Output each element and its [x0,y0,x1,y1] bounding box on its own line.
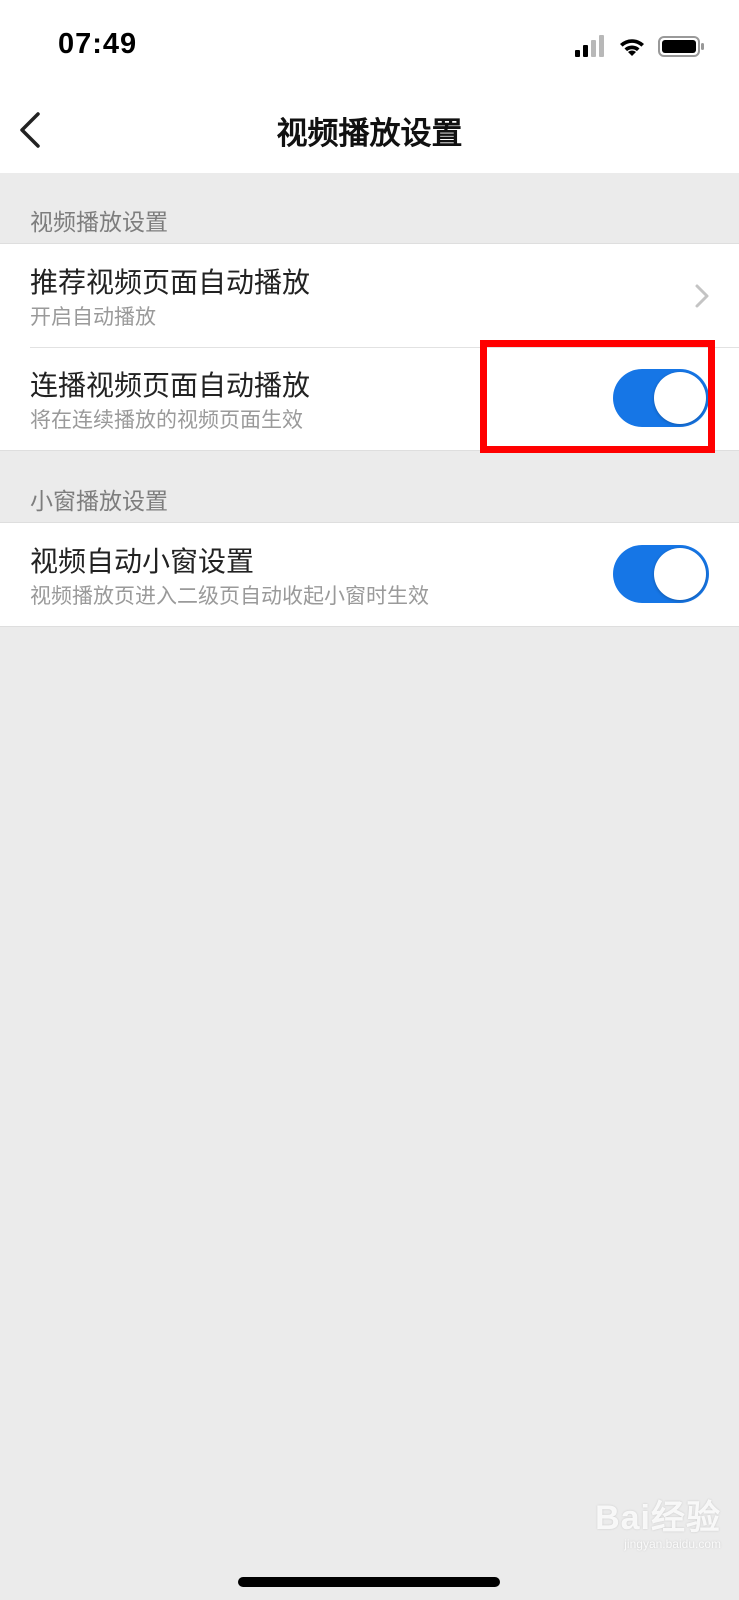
auto-small-window-toggle[interactable] [613,545,709,603]
home-indicator[interactable] [238,1577,500,1587]
page-title: 视频播放设置 [276,116,463,152]
status-icons [575,33,705,59]
setting-row-auto-small-window: 视频自动小窗设置 视频播放页进入二级页自动收起小窗时生效 [0,523,739,626]
watermark-brand: Bai经验 [595,1499,721,1537]
setting-row-recommend-autoplay[interactable]: 推荐视频页面自动播放 开启自动播放 [0,244,739,347]
section-header-small-window: 小窗播放设置 [30,489,168,515]
setting-subtitle: 将在连续播放的视频页面生效 [30,408,303,432]
navigation-bar: 视频播放设置 [0,88,739,173]
watermark-url: jingyan.baidu.com [624,1537,721,1551]
setting-subtitle: 视频播放页进入二级页自动收起小窗时生效 [30,584,429,608]
highlight-annotation-box [480,340,715,453]
settings-group-small-window: 视频自动小窗设置 视频播放页进入二级页自动收起小窗时生效 [0,522,739,627]
section-header-video-playback: 视频播放设置 [30,210,168,236]
chevron-right-icon[interactable] [693,282,711,310]
status-bar: 07:49 [0,0,739,88]
setting-title: 视频自动小窗设置 [30,545,255,578]
wifi-icon [620,39,644,56]
watermark-logo: Bai经验 jingyan.baidu.com [595,1490,721,1551]
battery-icon [658,36,704,57]
setting-subtitle: 开启自动播放 [30,305,156,329]
status-time: 07:49 [58,28,138,60]
setting-title: 连播视频页面自动播放 [30,369,311,402]
setting-title: 推荐视频页面自动播放 [30,266,311,299]
toggle-knob [654,548,706,600]
signal-icon [575,35,604,57]
